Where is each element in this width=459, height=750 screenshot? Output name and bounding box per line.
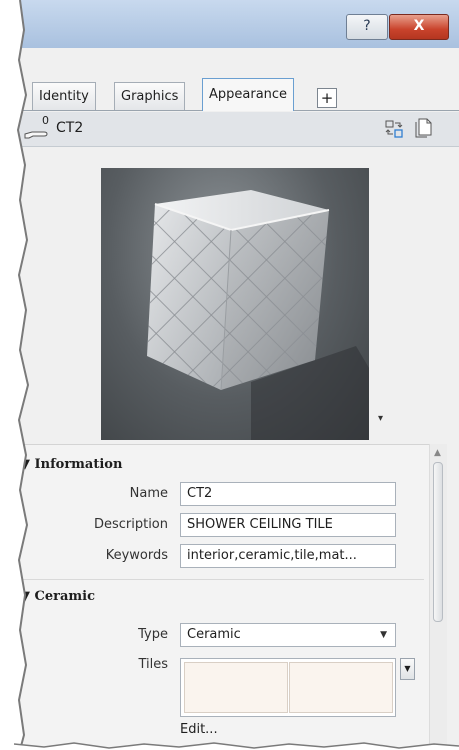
scroll-up-arrow-icon[interactable]: ▲: [434, 448, 441, 458]
preview-options-caret-icon[interactable]: ▾: [378, 413, 383, 424]
tab-appearance[interactable]: Appearance: [202, 78, 295, 111]
asset-editor-panel: Identity Graphics Appearance + 0 CT2 ▾ ▼…: [14, 48, 459, 750]
chevron-down-icon: ▼: [380, 630, 387, 640]
description-field[interactable]: SHOWER CEILING TILE: [180, 513, 396, 537]
torn-paper-edge: [14, 0, 30, 750]
tab-graphics[interactable]: Graphics: [114, 82, 186, 110]
information-section-title: Information: [34, 457, 123, 472]
tiles-edit-button[interactable]: Edit...: [180, 722, 218, 737]
properties-pane: ▼ Information Name CT2 Description SHOWE…: [14, 444, 429, 750]
material-browser-window: ? X Identity Graphics Appearance + 0 CT2: [14, 0, 459, 750]
asset-name: CT2: [56, 120, 84, 136]
swap-icon[interactable]: [385, 120, 403, 138]
name-field[interactable]: CT2: [180, 482, 396, 506]
help-button[interactable]: ?: [346, 14, 388, 40]
properties-scrollbar[interactable]: ▲: [429, 444, 447, 750]
type-select[interactable]: Ceramic ▼: [180, 623, 396, 647]
tiles-dropdown-button[interactable]: ▼: [400, 658, 415, 680]
type-select-value: Ceramic: [187, 627, 241, 642]
document-icon[interactable]: [415, 118, 433, 138]
section-divider: [18, 579, 424, 580]
scroll-thumb[interactable]: [433, 462, 443, 622]
tile-cube-icon: [147, 190, 369, 440]
asset-header: 0 CT2: [14, 112, 459, 147]
material-preview-image: [101, 168, 369, 440]
keywords-field[interactable]: interior,ceramic,tile,mat...: [180, 544, 396, 568]
torn-paper-bottom-edge: [14, 742, 459, 750]
add-tab-button[interactable]: +: [317, 88, 337, 108]
tile-swatch-right: [289, 662, 393, 713]
tile-swatch-left: [184, 662, 288, 713]
tab-strip: Identity Graphics Appearance +: [14, 76, 459, 111]
tiles-swatch[interactable]: [180, 658, 396, 717]
close-button[interactable]: X: [389, 14, 449, 40]
title-bar: ? X: [14, 0, 459, 49]
